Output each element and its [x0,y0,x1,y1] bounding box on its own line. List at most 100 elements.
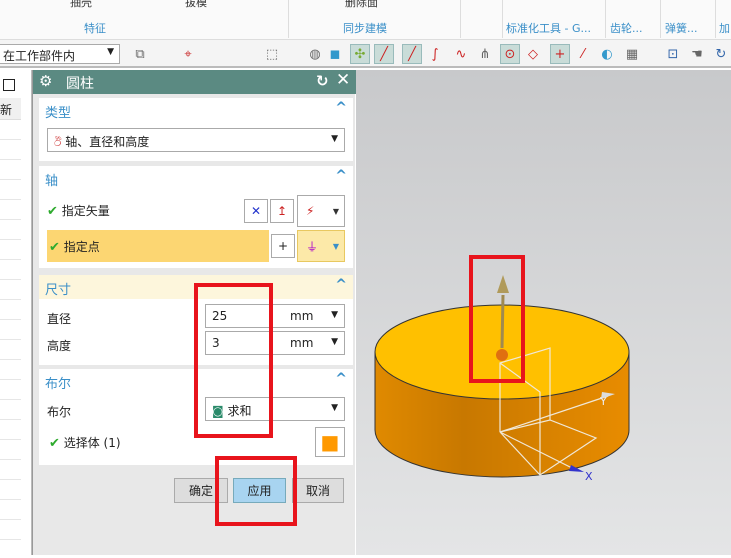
collapse-icon[interactable]: ^ [335,277,347,293]
cylinder-type-icon: ඊ [54,135,62,149]
chevron-down-icon: ▼ [331,337,338,347]
list-row[interactable] [0,200,21,220]
reset-icon[interactable]: ↻ [316,72,329,90]
specify-vector-row[interactable]: ✔ 指定矢量 [47,202,110,219]
list-row[interactable] [0,260,21,280]
selection-scope-dropdown[interactable]: 在工作部件内 ▼ [0,44,120,64]
group-add[interactable]: 加 [719,20,730,36]
point-dialog-icon[interactable]: + [271,234,295,258]
point-on-curve-icon[interactable]: ⁄ [573,44,593,64]
type-section: 类型 ^ ඊ 轴、直径和高度 ▼ [39,98,353,161]
collapse-icon[interactable]: ^ [335,100,347,116]
dialog-title-bar[interactable]: ⚙ 圆柱 ↻ ✕ [33,70,356,94]
cancel-button[interactable]: 取消 [292,478,344,503]
diameter-label: 直径 [47,312,72,326]
gear-icon[interactable]: ⚙ [39,72,52,90]
zoom-fit-icon[interactable]: ⊡ [663,44,683,64]
maximize-icon[interactable] [3,79,15,91]
section-title: 轴 [45,174,59,189]
pan-icon[interactable]: ☚ [687,44,707,64]
list-row[interactable] [0,180,21,200]
vector-dialog-icon[interactable]: ↥ [270,199,294,223]
list-row[interactable] [0,400,21,420]
select-body-row[interactable]: ✔ 选择体 (1) [49,434,121,451]
dialog-title: 圆柱 [66,76,94,92]
annotation-box-dimensions [194,283,273,438]
solid-body-icon[interactable]: ■ [315,427,345,457]
annotation-box-vector [469,255,525,383]
height-label: 高度 [47,339,72,353]
group-gear[interactable]: 齿轮... [610,20,643,36]
inferred-point-dropdown[interactable]: ⏚ ▼ [297,230,345,262]
grid-icon[interactable]: ▦ [622,44,642,64]
list-row[interactable] [0,480,21,500]
filter-icon[interactable]: ⧉ [130,44,150,64]
cylinder-model: Y X [374,275,630,483]
check-icon: ✔ [49,240,60,255]
delete-face-button[interactable]: 删除面 [345,0,378,10]
list-row[interactable] [0,320,21,340]
group-spring[interactable]: 弹簧... [665,20,698,36]
list-row[interactable] [0,220,21,240]
type-value: 轴、直径和高度 [65,135,150,149]
group-sync-modeling[interactable]: 同步建模 [343,20,387,36]
list-row[interactable] [0,520,21,540]
type-dropdown[interactable]: ඊ 轴、直径和高度 ▼ [47,128,345,152]
control-point-icon[interactable]: ∫ [425,44,445,64]
type-section-header[interactable]: 类型 ^ [39,98,353,122]
cube-icon[interactable]: ◼ [325,44,345,64]
graphics-viewport[interactable]: Y X [356,70,731,555]
center-point-icon[interactable]: ⊙ [500,44,520,64]
specify-point-row[interactable]: ✔ 指定点 [47,230,269,262]
midpoint-icon[interactable]: ╱ [402,44,422,64]
list-row[interactable] [0,500,21,520]
group-feature[interactable]: 特征 [84,20,106,36]
point-on-face-icon[interactable]: ◐ [597,44,617,64]
annotation-box-apply [215,456,297,526]
reverse-direction-icon[interactable]: ✕ [244,199,268,223]
list-row[interactable] [0,440,21,460]
list-row[interactable] [0,360,21,380]
intersection-icon[interactable]: ∿ [451,44,471,64]
chevron-down-icon: ▼ [331,310,338,320]
list-row[interactable] [0,120,21,140]
rotate-icon[interactable]: ↻ [711,44,731,64]
axis-section-header[interactable]: 轴 ^ [39,166,353,190]
list-row[interactable] [0,300,21,320]
chevron-down-icon: ▼ [332,241,339,251]
list-row[interactable] [0,280,21,300]
snap-grid-icon[interactable]: ✣ [350,44,370,64]
list-row[interactable] [0,380,21,400]
divider [288,0,289,38]
list-row[interactable] [0,340,21,360]
collapse-icon[interactable]: ^ [335,371,347,387]
chevron-down-icon: ▼ [332,206,339,216]
box-select-icon[interactable]: ⬚ [262,44,282,64]
close-icon[interactable]: ✕ [336,70,350,90]
group-standard-tools[interactable]: 标准化工具 - G... [506,20,591,36]
list-row[interactable] [0,160,21,180]
divider [715,0,716,38]
list-row[interactable] [0,460,21,480]
specify-vector-label: 指定矢量 [61,204,110,218]
shell-button[interactable]: 抽壳 [70,0,92,10]
chevron-down-icon: ▼ [331,403,338,413]
collapse-icon[interactable]: ^ [335,168,347,184]
height-unit[interactable]: mm [290,336,313,350]
view-icon[interactable]: ◍ [305,44,325,64]
section-title: 布尔 [45,377,72,392]
tangent-icon[interactable]: ⋔ [475,44,495,64]
inferred-vector-dropdown[interactable]: ⚡ ▼ [297,195,345,227]
quadrant-icon[interactable]: ◇ [523,44,543,64]
diameter-unit[interactable]: mm [290,309,313,323]
endpoint-icon[interactable]: ╱ [374,44,394,64]
select-body-label: 选择体 (1) [63,436,121,450]
snap-point-icon[interactable]: ⌖ [178,44,198,64]
draft-button[interactable]: 拔模 [185,0,207,10]
column-header[interactable]: 新 [0,98,21,120]
list-row[interactable] [0,240,21,260]
existing-point-icon[interactable]: + [550,44,570,64]
list-row[interactable] [0,140,21,160]
list-row[interactable] [0,420,21,440]
selection-scope-value: 在工作部件内 [3,49,76,63]
